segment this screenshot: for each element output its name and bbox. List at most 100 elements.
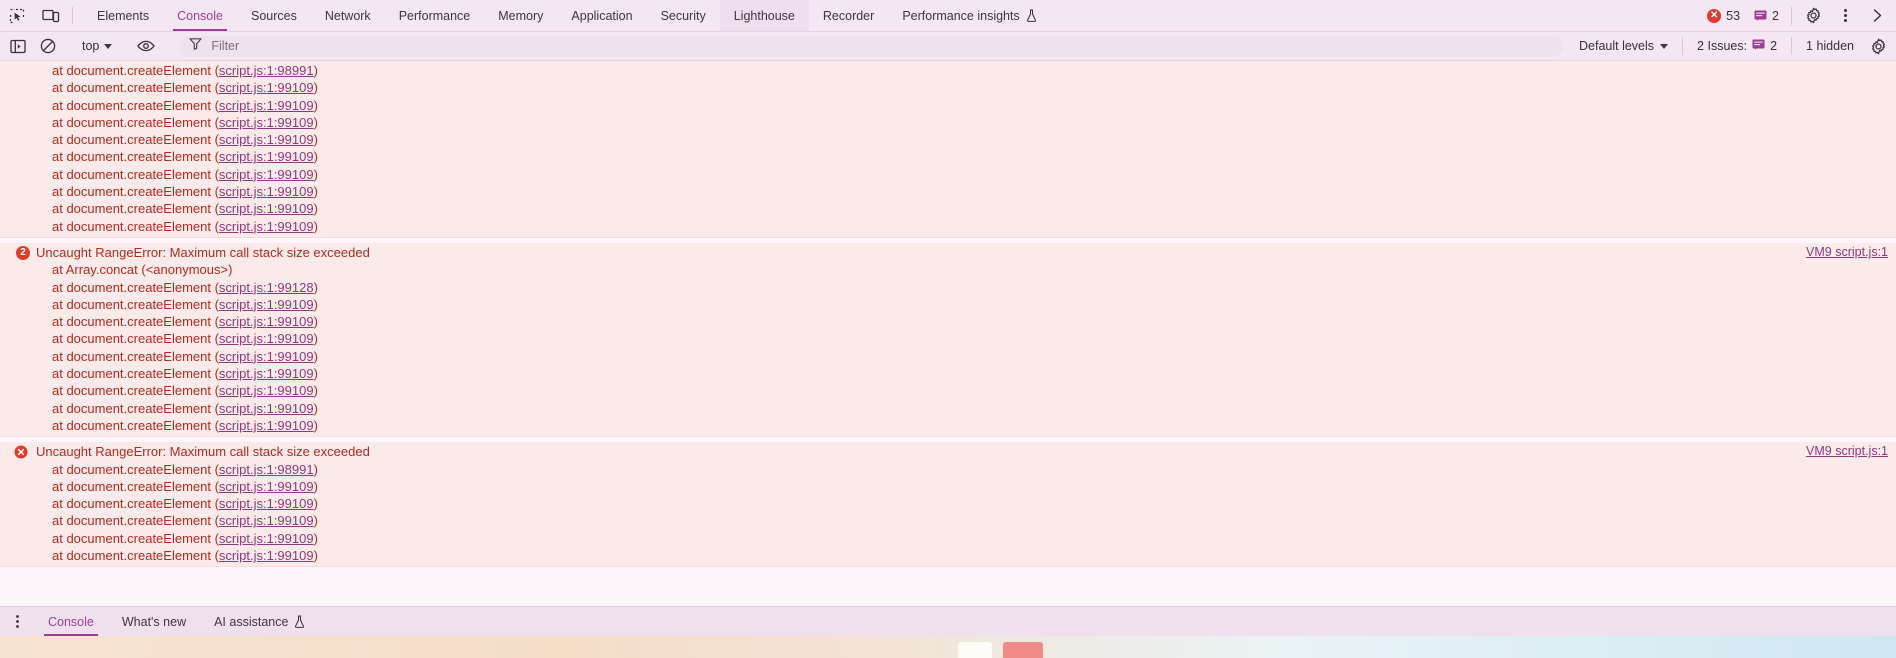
drawer-tab-label: Console — [48, 614, 94, 629]
source-location-link[interactable]: script.js:1:99109 — [219, 98, 314, 113]
source-location-link[interactable]: script.js:1:99128 — [219, 280, 314, 295]
console-message-list[interactable]: at document.createElement (script.js:1:9… — [0, 61, 1896, 606]
frame-text: at document.createElement ( — [52, 496, 219, 512]
frame-text: at document.createElement ( — [52, 383, 219, 399]
tab-console[interactable]: Console — [163, 0, 237, 31]
source-location-link[interactable]: script.js:1:99109 — [219, 219, 314, 234]
source-location-link[interactable]: script.js:1:99109 — [219, 115, 314, 130]
console-message-text: 2 Uncaught RangeError: Maximum call stack… — [0, 244, 1896, 261]
source-location-link[interactable]: script.js:1:99109 — [219, 401, 314, 416]
tab-performance-insights[interactable]: Performance insights — [888, 0, 1050, 31]
live-expression-icon[interactable] — [132, 34, 160, 58]
source-location-link[interactable]: script.js:1:99109 — [219, 349, 314, 364]
frame-text: at document.createElement ( — [52, 132, 219, 148]
source-location-link[interactable]: script.js:1:99109 — [219, 331, 314, 346]
message-source-link[interactable]: VM9 script.js:1 — [1806, 244, 1888, 261]
search-input[interactable] — [209, 38, 1553, 54]
source-location-link[interactable]: script.js:1:99109 — [219, 531, 314, 546]
tab-label: Security — [660, 8, 706, 23]
drawer-tab-console[interactable]: Console — [34, 607, 108, 637]
frame-text-tail: ) — [313, 218, 318, 234]
filter-icon — [189, 37, 202, 55]
tab-lighthouse[interactable]: Lighthouse — [719, 0, 809, 31]
source-location-link[interactable]: script.js:1:99109 — [219, 80, 314, 95]
kebab-menu-icon[interactable] — [1830, 0, 1860, 31]
tab-memory[interactable]: Memory — [484, 0, 557, 31]
frame-text-tail: ) — [313, 548, 318, 564]
frame-text: Uncaught RangeError: Maximum call stack … — [36, 444, 370, 460]
issues-summary[interactable]: 2 Issues: 2 — [1689, 36, 1785, 56]
filter-input-container[interactable] — [179, 35, 1563, 57]
issues-label: 2 Issues: — [1697, 39, 1748, 53]
source-location-link[interactable]: script.js:1:99109 — [219, 513, 314, 528]
error-circle-x-icon — [14, 445, 28, 459]
devtools-window: Elements Console Sources Network Perform… — [0, 0, 1896, 658]
source-location-link[interactable]: script.js:1:99109 — [219, 479, 314, 494]
tab-recorder[interactable]: Recorder — [809, 0, 888, 31]
issues-count: 2 — [1770, 39, 1778, 53]
issues-icon — [1752, 38, 1765, 54]
stack-frame-row: at document.createElement (script.js:1:9… — [0, 148, 1896, 165]
frame-text: at document.createElement ( — [52, 218, 219, 234]
tab-elements[interactable]: Elements — [83, 0, 163, 31]
tab-label: Performance insights — [902, 8, 1020, 23]
console-message-error[interactable]: 2 Uncaught RangeError: Maximum call stack… — [0, 242, 1896, 438]
frame-text: at document.createElement ( — [52, 366, 219, 382]
console-sidebar-icon[interactable] — [4, 34, 32, 58]
frame-text: at document.createElement ( — [52, 149, 219, 165]
stack-frame-row: at document.createElement (script.js:1:9… — [0, 417, 1896, 434]
source-location-link[interactable]: script.js:1:99109 — [219, 201, 314, 216]
error-count-badge[interactable]: ✕ 53 — [1701, 0, 1746, 31]
chevron-right-icon[interactable] — [1862, 0, 1892, 31]
kebab-menu-icon[interactable] — [0, 607, 34, 636]
devtools-main-toolbar: Elements Console Sources Network Perform… — [0, 0, 1896, 32]
device-toolbar-icon[interactable] — [34, 0, 68, 31]
hidden-messages-count[interactable]: 1 hidden — [1798, 37, 1862, 55]
frame-text-tail: ) — [313, 417, 318, 433]
inspect-cursor-icon[interactable] — [0, 0, 34, 31]
source-location-link[interactable]: script.js:1:98991 — [219, 63, 314, 78]
stack-frame-row: at document.createElement (script.js:1:9… — [0, 512, 1896, 529]
frame-text-tail: ) — [313, 63, 318, 78]
gear-icon[interactable] — [1798, 0, 1828, 31]
chevron-down-icon — [1660, 43, 1669, 49]
toolbar-divider — [1791, 6, 1792, 25]
message-count-badge[interactable]: 2 — [1748, 0, 1785, 31]
console-message-stack-continuation[interactable]: at document.createElement (script.js:1:9… — [0, 61, 1896, 238]
source-location-link[interactable]: script.js:1:99109 — [219, 167, 314, 182]
frame-text: at document.createElement ( — [52, 478, 219, 494]
source-location-link[interactable]: script.js:1:99109 — [219, 149, 314, 164]
tab-application[interactable]: Application — [557, 0, 646, 31]
source-location-link[interactable]: script.js:1:99109 — [219, 366, 314, 381]
toolbar-divider — [1791, 37, 1793, 55]
source-location-link[interactable]: script.js:1:98991 — [219, 462, 314, 477]
source-location-link[interactable]: script.js:1:99109 — [219, 418, 314, 433]
log-levels-selector[interactable]: Default levels — [1571, 37, 1676, 55]
console-message-error[interactable]: Uncaught RangeError: Maximum call stack … — [0, 442, 1896, 568]
source-location-link[interactable]: script.js:1:99109 — [219, 184, 314, 199]
source-location-link[interactable]: script.js:1:99109 — [219, 496, 314, 511]
stack-frame-row: at document.createElement (script.js:1:9… — [0, 547, 1896, 564]
source-location-link[interactable]: script.js:1:99109 — [219, 297, 314, 312]
clear-console-icon[interactable] — [34, 34, 62, 58]
tab-label: Network — [324, 8, 371, 23]
source-location-link[interactable]: script.js:1:99109 — [219, 314, 314, 329]
stack-frame-row: at document.createElement (script.js:1:9… — [0, 79, 1896, 96]
source-location-link[interactable]: script.js:1:99109 — [219, 132, 314, 147]
source-location-link[interactable]: script.js:1:99109 — [219, 548, 314, 563]
execution-context-selector[interactable]: top — [75, 37, 119, 55]
panel-tab-list: Elements Console Sources Network Perform… — [83, 0, 1051, 31]
tab-label: Elements — [97, 8, 150, 23]
drawer-tab-ai-assistance[interactable]: AI assistance — [200, 607, 319, 636]
drawer-tab-whats-new[interactable]: What's new — [108, 607, 200, 636]
frame-text: at document.createElement ( — [52, 97, 219, 113]
stack-frame-row: at document.createElement (script.js:1:9… — [0, 62, 1896, 79]
source-location-link[interactable]: script.js:1:99109 — [219, 383, 314, 398]
frame-text: at document.createElement ( — [52, 314, 219, 330]
tab-network[interactable]: Network — [311, 0, 385, 31]
tab-security[interactable]: Security — [647, 0, 720, 31]
message-source-link[interactable]: VM9 script.js:1 — [1806, 443, 1888, 460]
tab-sources[interactable]: Sources — [237, 0, 311, 31]
tab-performance[interactable]: Performance — [385, 0, 485, 31]
gear-icon[interactable] — [1864, 34, 1892, 58]
